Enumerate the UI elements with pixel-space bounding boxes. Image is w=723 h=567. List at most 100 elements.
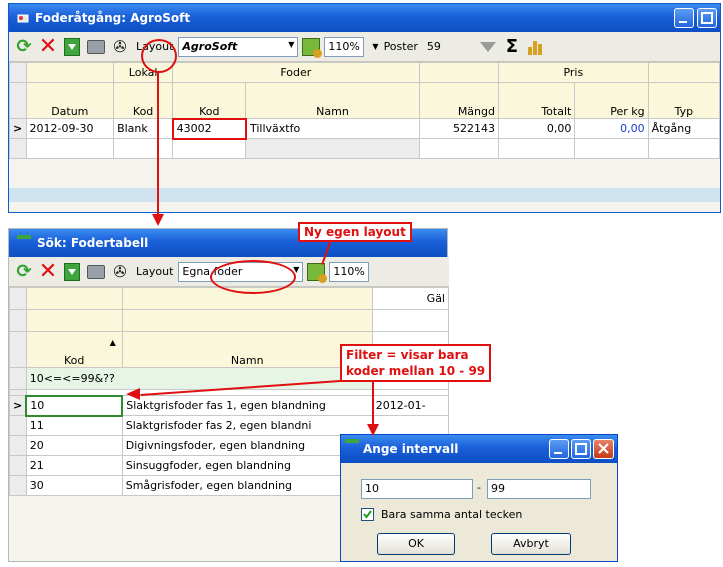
ange-intervall-dialog: Ange intervall 10 - 99 Bara samma antal … [340,434,618,562]
table-row[interactable]: > 2012-09-30 Blank 43002 Tillväxtfo 5221… [9,117,720,140]
callout-filter: Filter = visar bara koder mellan 10 - 99 [340,344,492,382]
arrow-line-4 [372,382,374,426]
layout-edit-icon[interactable] [305,261,328,283]
cell-perkg[interactable]: 0,00 [574,118,649,139]
cell-totalt[interactable]: 0,00 [497,118,576,139]
interval-to-input[interactable]: 99 [487,479,591,499]
layout-edit-icon[interactable] [300,36,323,58]
cell-lokal-kod[interactable]: Blank [113,118,174,139]
callout-layout: Ny egen layout [298,222,412,242]
arrow-head-4 [367,424,379,436]
binoculars-icon[interactable]: ✇ [109,36,131,58]
export-icon[interactable] [61,36,83,58]
cell-extra[interactable] [371,415,450,436]
column-header-namn[interactable]: Namn [245,82,420,119]
row-marker: > [9,395,27,416]
cell-kod[interactable]: 10 [25,394,124,417]
callout-filter-line2: koder mellan 10 - 99 [346,364,486,378]
cell-kod[interactable]: 30 [25,475,123,496]
cell-typ[interactable]: Åtgång [647,118,720,139]
refresh-icon[interactable]: ⟳ [13,36,35,58]
row-marker: > [9,118,27,139]
column-header-foder-kod[interactable]: Kod [172,82,247,119]
cell-namn[interactable]: Sinsuggfoder, egen blandning [121,455,373,476]
chevron-down-icon: ▼ [288,39,295,49]
column-header-perkg[interactable]: Per kg [574,82,649,119]
dialog-titlebar[interactable]: Ange intervall [341,435,617,463]
maximize-button[interactable] [697,8,717,28]
row-selector-header [9,62,27,83]
close-button[interactable] [593,439,614,459]
same-length-checkbox[interactable] [361,508,374,521]
maximize-button[interactable] [571,439,591,459]
export-icon[interactable] [61,261,83,283]
refresh-icon[interactable]: ⟳ [13,261,35,283]
sort-corner [9,82,27,119]
column-header-kod[interactable]: Kod ▲ [25,331,123,368]
sum-icon[interactable]: Σ [501,36,523,58]
delete-icon[interactable]: ✕ [37,260,59,283]
zoom-value: 110% [333,265,365,278]
column-header-mangd[interactable]: Mängd [418,82,499,119]
zoom-field[interactable]: 110% [324,36,365,57]
foderatgang-grid: Lokal Foder Pris Datum Kod Kod Namn Mäng… [9,62,720,159]
cell-namn[interactable]: Slaktgrisfoder fas 1, egen blandning [121,395,373,416]
row-marker [9,435,27,456]
footer-band [9,188,720,202]
interval-separator: - [477,481,481,494]
group-header-typ [647,62,720,83]
delete-icon[interactable]: ✕ [37,35,59,58]
cell-foder-kod[interactable]: 43002 [171,117,247,140]
print-icon[interactable] [85,261,107,283]
cell-namn[interactable]: Digivningsfoder, egen blandning [121,435,373,456]
minimize-button[interactable] [674,8,694,28]
ok-button[interactable]: OK [377,533,455,555]
group-header-foder: Foder [172,62,420,83]
column-header-totalt[interactable]: Totalt [497,82,576,119]
header-blank-3 [371,309,450,332]
header-blank-1 [25,309,123,332]
cell-datum[interactable]: 2012-09-30 [25,118,115,139]
layout-label: Layout [136,265,174,278]
group-header-mangd [418,62,499,83]
cell-kod[interactable]: 11 [25,415,123,436]
table-row[interactable]: > 10 Slaktgrisfoder fas 1, egen blandnin… [9,394,450,417]
row-selector-header [9,287,27,310]
filter-input[interactable]: 10<=<=99&?? [25,367,373,390]
cell-mangd[interactable]: 522143 [418,118,499,139]
row-marker [9,455,27,476]
poster-label: Poster [383,40,418,53]
layout-highlight [210,260,296,294]
column-header-kod-label: Kod [64,354,85,367]
callout-filter-line1: Filter = visar bara [346,348,469,362]
cell-namn[interactable]: Smågrisfoder, egen blandning [121,475,373,496]
print-icon[interactable] [85,36,107,58]
cell-namn[interactable]: Slaktgrisfoder fas 2, egen blandni [121,415,373,436]
cell-kod[interactable]: 21 [25,455,123,476]
filter-selector [9,367,27,390]
chart-icon[interactable] [525,36,547,58]
minimize-button[interactable] [549,439,569,459]
zoom-field[interactable]: 110% [329,261,370,282]
column-header-typ[interactable]: Typ [647,82,720,119]
sort-corner [9,331,27,368]
sort-asc-icon: ▲ [109,338,116,347]
poster-count: 59 [422,36,471,57]
window-titlebar[interactable]: Foderåtgång: AgroSoft [9,4,720,32]
binoculars-highlight [141,39,177,73]
poster-chevron-icon[interactable]: ▼ [372,42,378,51]
column-header-lokal-kod[interactable]: Kod [113,82,174,119]
header-blank-2 [121,309,373,332]
filter-icon[interactable] [477,36,499,58]
cell-extra[interactable]: 2012-01- [371,395,450,416]
cell-kod[interactable]: 20 [25,435,123,456]
binoculars-icon[interactable]: ✇ [109,261,131,283]
table-row-empty[interactable] [9,138,720,159]
column-header-datum[interactable]: Datum [25,82,115,119]
cancel-button[interactable]: Avbryt [491,533,571,555]
layout-select[interactable]: AgroSoft ▼ [178,36,299,57]
column-header-namn[interactable]: Namn [121,331,373,368]
interval-from-input[interactable]: 10 [361,479,473,499]
cell-namn[interactable]: Tillväxtfo [245,118,420,139]
table-row[interactable]: 11 Slaktgrisfoder fas 2, egen blandni [9,415,450,436]
